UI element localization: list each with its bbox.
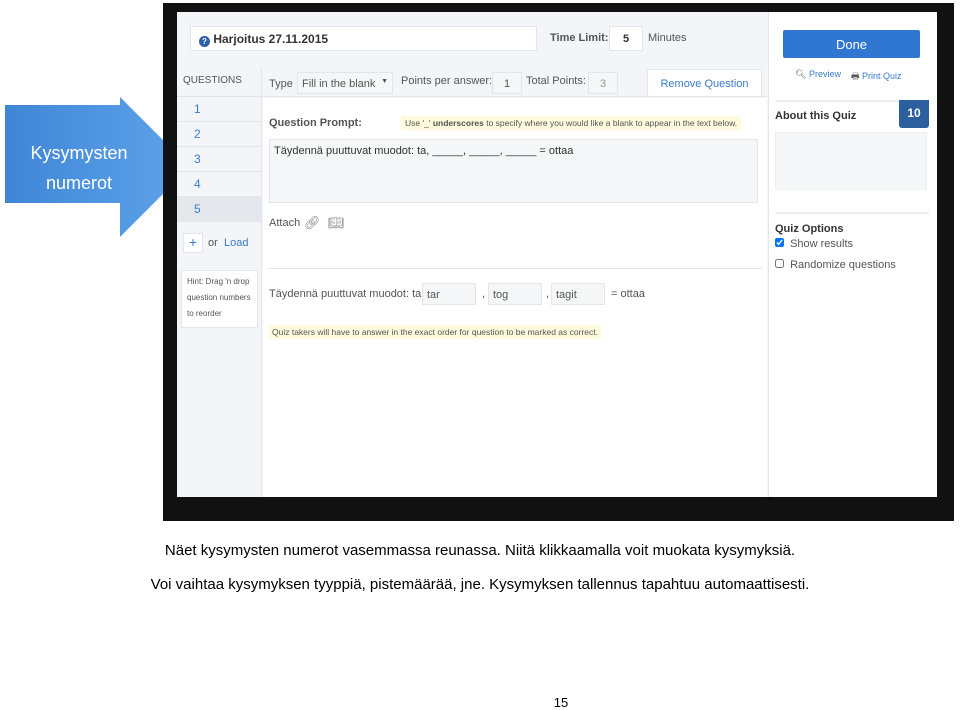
randomize-checkbox[interactable]: [775, 259, 784, 268]
question-3[interactable]: 3: [177, 147, 262, 172]
quiz-title-input[interactable]: ? Harjoitus 27.11.2015: [190, 26, 537, 51]
callout-text: Kysymysten numerot: [30, 143, 128, 193]
page-number: 15: [553, 695, 569, 710]
done-button[interactable]: Done: [783, 30, 920, 58]
about-quiz-textarea[interactable]: [775, 132, 927, 190]
quiz-icon: ?: [199, 36, 210, 47]
link-icon[interactable]: 🔗︎: [304, 215, 321, 231]
preview-link[interactable]: 🔍︎ Preview: [795, 69, 841, 80]
type-select[interactable]: Fill in the blank ▼: [297, 72, 393, 94]
print-quiz-link[interactable]: 🖶 Print Quiz: [851, 69, 902, 85]
question-count-badge: 10: [899, 100, 929, 128]
preview-lead: Täydennä puuttuvat muodot: ta,: [269, 288, 425, 300]
search-icon: 🔍︎: [795, 69, 807, 79]
blank-1-input[interactable]: tar: [422, 283, 476, 305]
book-icon[interactable]: 📖︎: [328, 215, 345, 231]
blank-2-input[interactable]: tog: [488, 283, 542, 305]
show-results-checkbox[interactable]: [775, 238, 784, 247]
points-input[interactable]: 1: [492, 72, 522, 94]
load-link[interactable]: Load: [224, 237, 248, 249]
type-label: Type: [269, 78, 293, 90]
blank-3-input[interactable]: tagit: [551, 283, 605, 305]
total-points-label: Total Points:: [526, 75, 586, 87]
caption-line-1: Näet kysymysten numerot vasemmassa reuna…: [164, 542, 796, 559]
question-prompt-label: Question Prompt:: [269, 117, 362, 129]
separator: ,: [546, 288, 550, 300]
type-value: Fill in the blank: [302, 78, 376, 90]
remove-question-button[interactable]: Remove Question: [647, 69, 762, 97]
show-results-option[interactable]: Show results: [775, 238, 853, 250]
caption-line-2: Voi vaihtaa kysymyksen tyyppiä, pistemää…: [150, 576, 810, 593]
time-unit: Minutes: [648, 32, 687, 44]
about-quiz-label: About this Quiz: [775, 110, 857, 122]
printer-icon: 🖶: [851, 71, 860, 81]
separator: ,: [482, 288, 486, 300]
points-label: Points per answer:: [401, 75, 493, 87]
time-limit-label: Time Limit:: [550, 32, 609, 44]
questions-header: QUESTIONS: [177, 67, 261, 97]
prompt-hint: Use '_' underscores to specify where you…: [401, 116, 742, 130]
question-sidebar: QUESTIONS 1 2 3 4 5 + or Load Hint: Drag…: [177, 67, 262, 497]
add-question-button[interactable]: +: [183, 233, 203, 253]
prompt-textarea[interactable]: Täydennä puuttuvat muodot: ta, _____, __…: [269, 139, 758, 203]
or-label: or: [208, 237, 218, 249]
chevron-down-icon: ▼: [381, 78, 388, 85]
quiz-title: Harjoitus 27.11.2015: [213, 32, 329, 46]
reorder-hint: Hint: Drag 'n drop question numbers to r…: [181, 270, 258, 328]
attach-label: Attach: [269, 217, 301, 229]
total-points-value: 3: [588, 72, 618, 94]
question-1[interactable]: 1: [177, 97, 262, 122]
question-4[interactable]: 4: [177, 172, 262, 197]
time-limit-input[interactable]: 5: [609, 26, 643, 51]
randomize-option[interactable]: Randomize questions: [775, 259, 896, 271]
preview-tail: = ottaa: [611, 288, 645, 300]
question-5[interactable]: 5: [177, 197, 262, 222]
order-note: Quiz takers will have to answer in the e…: [269, 325, 601, 339]
quiz-editor: ? Harjoitus 27.11.2015 Time Limit: 5 Min…: [177, 12, 937, 497]
question-2[interactable]: 2: [177, 122, 262, 147]
quiz-options-label: Quiz Options: [775, 223, 844, 235]
